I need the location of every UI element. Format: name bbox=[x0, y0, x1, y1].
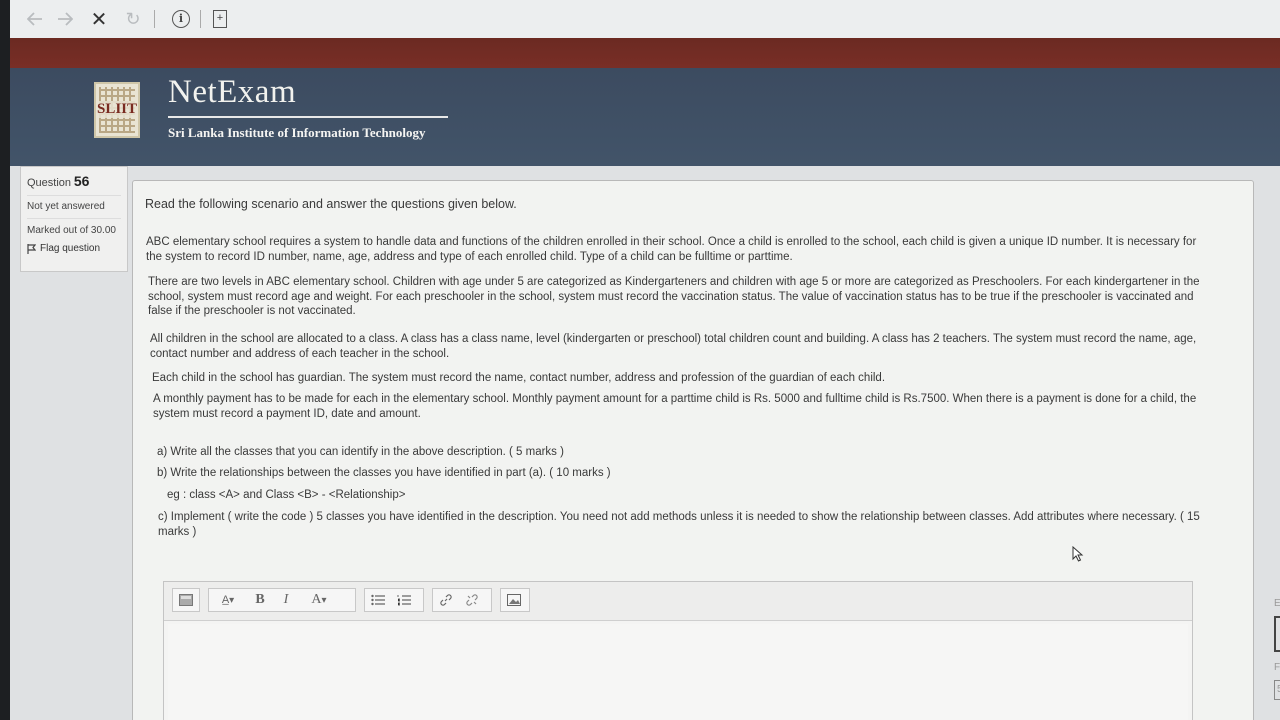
scenario-paragraph-3: All children in the school are allocated… bbox=[150, 333, 1197, 360]
insert-image-icon[interactable] bbox=[501, 589, 527, 611]
answer-textarea[interactable] bbox=[168, 624, 1188, 720]
question-number-row: Question 56 bbox=[27, 173, 121, 189]
browser-toolbar: ✕ ↻ i + bbox=[10, 0, 1280, 39]
flag-question-link[interactable]: Flag question bbox=[27, 243, 121, 254]
screen: ✕ ↻ i + SLIIT NetExam Sri Lanka Institut… bbox=[10, 0, 1280, 720]
paragraph-style-icon: A̲ bbox=[221, 594, 230, 606]
link-group bbox=[432, 588, 492, 612]
sliit-logo[interactable]: SLIIT bbox=[94, 82, 140, 138]
site-header: SLIIT NetExam Sri Lanka Institute of Inf… bbox=[10, 68, 1280, 169]
reload-icon[interactable]: ↻ bbox=[120, 6, 146, 32]
forward-arrow-icon[interactable] bbox=[52, 6, 78, 32]
italic-button[interactable]: I bbox=[273, 589, 299, 611]
toolbar-separator bbox=[200, 10, 201, 28]
logo-text: SLIIT bbox=[96, 101, 138, 118]
bookmark-icon[interactable]: + bbox=[213, 10, 227, 28]
scenario-paragraph-5: A monthly payment has to be made for eac… bbox=[153, 393, 1197, 420]
page-info-icon[interactable]: i bbox=[172, 10, 190, 28]
question-text-box: Read the following scenario and answer t… bbox=[132, 180, 1254, 720]
chevron-down-icon: ▾ bbox=[321, 594, 327, 606]
question-label: Question bbox=[27, 177, 72, 189]
chevron-down-icon: ▾ bbox=[229, 594, 235, 606]
answer-status: Not yet answered bbox=[27, 195, 121, 212]
ordered-list-icon[interactable] bbox=[391, 589, 417, 611]
unordered-list-icon[interactable] bbox=[365, 589, 391, 611]
scenario-paragraph-4: Each child in the school has guardian. T… bbox=[152, 372, 886, 384]
task-b: b) Write the relationships between the c… bbox=[157, 467, 611, 479]
flag-icon bbox=[27, 243, 36, 254]
site-subtitle: Sri Lanka Institute of Information Techn… bbox=[168, 125, 426, 140]
show-more-buttons-icon[interactable] bbox=[173, 589, 199, 611]
text-color-icon: A bbox=[311, 592, 322, 607]
question-number: 56 bbox=[73, 173, 90, 189]
paragraph-style-button[interactable]: A̲ ▾ bbox=[209, 589, 247, 611]
back-arrow-icon[interactable] bbox=[22, 6, 48, 32]
task-c: c) Implement ( write the code ) 5 classe… bbox=[158, 511, 1200, 538]
scenario-paragraph-1: ABC elementary school requires a system … bbox=[146, 236, 1197, 263]
question-intro: Read the following scenario and answer t… bbox=[145, 197, 517, 211]
title-divider bbox=[168, 116, 448, 118]
flag-question-label: Flag question bbox=[40, 243, 101, 254]
mouse-cursor-icon bbox=[1072, 546, 1084, 562]
unlink-icon[interactable] bbox=[459, 589, 485, 611]
marks-value: Marked out of 30.00 bbox=[27, 218, 121, 237]
toolbar-toggle-group bbox=[172, 588, 200, 612]
edge-box bbox=[1274, 616, 1280, 652]
format-group: A̲ ▾ B I A ▾ bbox=[208, 588, 356, 612]
list-group bbox=[364, 588, 424, 612]
relationship-example: eg : class <A> and Class <B> - <Relation… bbox=[167, 489, 406, 501]
answer-editor: A̲ ▾ B I A ▾ bbox=[163, 581, 1193, 720]
editor-toolbar: A̲ ▾ B I A ▾ bbox=[164, 582, 1192, 621]
media-group bbox=[500, 588, 530, 612]
toolbar-separator bbox=[154, 10, 155, 28]
bold-button[interactable]: B bbox=[247, 589, 273, 611]
task-a: a) Write all the classes that you can id… bbox=[157, 446, 564, 458]
stop-loading-icon[interactable]: ✕ bbox=[86, 6, 112, 32]
link-icon[interactable] bbox=[433, 589, 459, 611]
top-banner bbox=[10, 38, 1280, 70]
scenario-paragraph-2: There are two levels in ABC elementary s… bbox=[148, 276, 1200, 317]
edge-text-1: E bbox=[1274, 598, 1280, 609]
text-color-button[interactable]: A ▾ bbox=[299, 589, 339, 611]
site-title: NetExam bbox=[168, 74, 297, 110]
main-content: Question 56 Not yet answered Marked out … bbox=[10, 166, 1280, 720]
edge-text-3: 5 bbox=[1274, 680, 1280, 700]
edge-text-2: FE bbox=[1274, 662, 1280, 673]
question-info-panel: Question 56 Not yet answered Marked out … bbox=[20, 166, 128, 272]
